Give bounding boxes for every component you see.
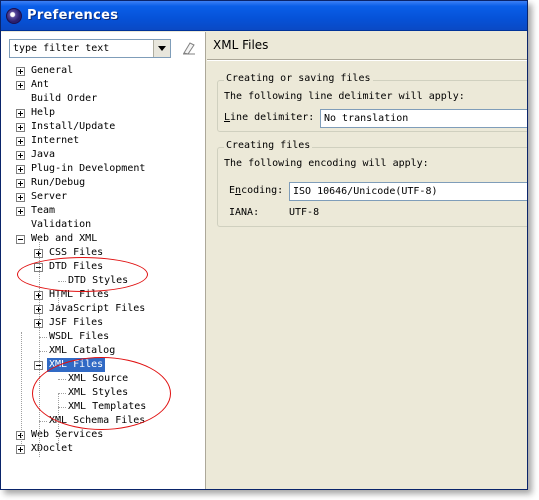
tree-connector: [58, 295, 59, 305]
tree-item[interactable]: Install/Update: [1, 120, 206, 134]
line-delimiter-field[interactable]: No translation: [320, 109, 527, 128]
tree-item[interactable]: Validation: [1, 218, 206, 232]
tree-item[interactable]: XDoclet: [1, 442, 206, 456]
tree-item[interactable]: JavaScript Files: [1, 302, 206, 316]
tree-item[interactable]: Java: [1, 148, 206, 162]
preferences-window: Preferences General Ant Build Order Help Ins…: [0, 0, 528, 490]
tree-item-label: WSDL Files: [49, 331, 110, 342]
tree-item[interactable]: Plug-in Development: [1, 162, 206, 176]
expand-icon[interactable]: [16, 193, 25, 202]
expand-icon[interactable]: [16, 207, 25, 216]
tree-connector: [39, 337, 47, 338]
group-creating-files: Creating files The following encoding wi…: [217, 140, 527, 227]
expand-icon[interactable]: [16, 109, 25, 118]
xml-files-page: XML Files Creating or saving files The f…: [207, 32, 527, 489]
expand-icon[interactable]: [16, 445, 25, 454]
expand-icon[interactable]: [16, 179, 25, 188]
tree-item-label: Build Order: [31, 93, 98, 104]
tree-item[interactable]: Run/Debug: [1, 176, 206, 190]
tree-item-label: Help: [31, 107, 56, 118]
tree-item-label: Install/Update: [31, 121, 116, 132]
page-title: XML Files: [213, 38, 269, 52]
group-title: Creating files: [224, 140, 313, 151]
encoding-label: Encoding:: [229, 185, 284, 196]
tree-item[interactable]: Web Services: [1, 428, 206, 442]
tree-connector: [39, 421, 47, 422]
tree-item[interactable]: WSDL Files: [1, 330, 206, 344]
tree-item-label: JSF Files: [49, 317, 104, 328]
tree-item-label: XML Catalog: [49, 345, 116, 356]
tree-item-label: JavaScript Files: [49, 303, 146, 314]
group-description: The following encoding will apply:: [224, 158, 429, 169]
eclipse-icon: [6, 8, 22, 24]
tree-item[interactable]: JSF Files: [1, 316, 206, 330]
tree-item[interactable]: Server: [1, 190, 206, 204]
group-description: The following line delimiter will apply:: [224, 91, 465, 102]
group-creating-or-saving: Creating or saving files The following l…: [217, 73, 527, 132]
tree-connector: [21, 332, 22, 444]
line-delimiter-label: Line delimiter:: [224, 112, 315, 123]
expand-icon[interactable]: [16, 151, 25, 160]
eraser-icon[interactable]: [181, 41, 197, 55]
expand-icon[interactable]: [16, 81, 25, 90]
tree-item-label: Java: [31, 149, 56, 160]
preference-tree-panel: General Ant Build Order Help Install/Update I…: [1, 32, 206, 489]
tree-item[interactable]: Help: [1, 106, 206, 120]
tree-item[interactable]: General: [1, 64, 206, 78]
filter-combo[interactable]: [9, 39, 171, 58]
annotation-ellipse-dtd: [17, 257, 148, 292]
tree-item-label: XDoclet: [31, 443, 74, 454]
collapse-icon[interactable]: [16, 235, 25, 244]
tree-item-label: General: [31, 65, 74, 76]
annotation-ellipse-xml: [32, 357, 171, 430]
tree-item-label: Internet: [31, 135, 80, 146]
iana-label: IANA:: [229, 207, 260, 218]
expand-icon[interactable]: [16, 165, 25, 174]
tree-item-label: Run/Debug: [31, 177, 86, 188]
title-separator: [207, 59, 527, 61]
tree-item[interactable]: Build Order: [1, 92, 206, 106]
tree-item-label: Ant: [31, 79, 50, 90]
filter-input[interactable]: [10, 40, 152, 57]
iana-value: UTF-8: [289, 207, 320, 218]
tree-item-label: Web and XML: [31, 233, 98, 244]
tree-item-label: Team: [31, 205, 56, 216]
title-bar[interactable]: Preferences: [1, 1, 527, 31]
tree-item[interactable]: Web and XML: [1, 232, 206, 246]
tree-item[interactable]: XML Catalog: [1, 344, 206, 358]
expand-icon[interactable]: [16, 67, 25, 76]
tree-item[interactable]: Internet: [1, 134, 206, 148]
encoding-field[interactable]: ISO 10646/Unicode(UTF-8): [289, 182, 527, 201]
group-title: Creating or saving files: [224, 73, 373, 84]
tree-item-label: Validation: [31, 219, 92, 230]
tree-connector: [39, 351, 47, 352]
expand-icon[interactable]: [16, 137, 25, 146]
tree-item-label: Server: [31, 191, 68, 202]
window-title: Preferences: [27, 8, 119, 23]
tree-item-label: Plug-in Development: [31, 163, 146, 174]
tree-item-label: Web Services: [31, 429, 104, 440]
tree-item[interactable]: Team: [1, 204, 206, 218]
expand-icon[interactable]: [16, 123, 25, 132]
chevron-down-icon[interactable]: [153, 40, 170, 57]
tree-item[interactable]: Ant: [1, 78, 206, 92]
